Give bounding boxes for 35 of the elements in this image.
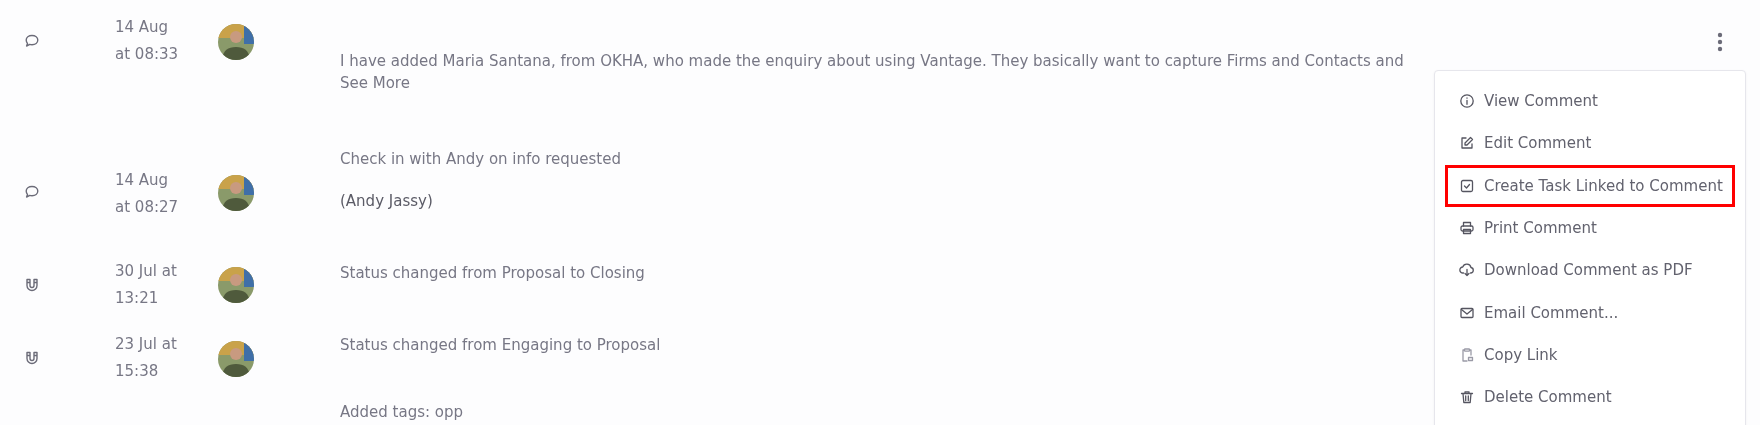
menu-item[interactable]: Copy Link (1445, 333, 1735, 377)
avatar (218, 267, 254, 303)
menu-item[interactable]: Create Task Linked to Comment (1445, 164, 1735, 207)
timestamp: 23 Jul at 15:38 (115, 334, 178, 382)
entry-text: Status changed from Engaging to Proposal (340, 335, 661, 356)
see-more-link[interactable]: See More (340, 72, 410, 94)
menu-item[interactable]: View Comment (1445, 80, 1735, 123)
menu-item[interactable]: Print Comment (1445, 206, 1735, 250)
menu-item[interactable]: Delete Comment (1445, 376, 1735, 419)
edit-icon (1459, 135, 1475, 152)
comment-icon (24, 184, 40, 200)
timestamp: 14 Aug at 08:27 (115, 170, 180, 218)
clipboard-icon (1459, 346, 1475, 363)
avatar (218, 341, 254, 377)
menu-item[interactable]: Email Comment... (1445, 291, 1735, 334)
entry-text: Status changed from Proposal to Closing (340, 263, 645, 284)
menu-item[interactable]: Edit Comment (1445, 122, 1735, 165)
cloud-download-icon (1459, 262, 1475, 279)
entry-text: Check in with Andy on info requested (340, 149, 621, 170)
entry-text: (Andy Jassy) (340, 191, 433, 212)
timestamp: 14 Aug at 08:33 (115, 17, 180, 65)
more-icon[interactable] (1717, 32, 1723, 52)
avatar (218, 24, 254, 60)
magnet-icon (24, 350, 40, 366)
comment-icon (24, 33, 40, 49)
magnet-icon (24, 277, 40, 293)
entry-text: I have added Maria Santana, from OKHA, who made the enquiry about using Vantage. They basically want to capture Firms and Contacts and (340, 51, 1404, 72)
checkbox-icon (1459, 177, 1475, 194)
printer-icon (1459, 220, 1475, 237)
trash-icon (1459, 389, 1475, 406)
info-icon (1459, 93, 1475, 110)
entry-text: Added tags: opp (340, 402, 463, 423)
timestamp: 30 Jul at 13:21 (115, 261, 178, 309)
avatar (218, 175, 254, 211)
menu-item[interactable]: Download Comment as PDF (1445, 249, 1735, 292)
